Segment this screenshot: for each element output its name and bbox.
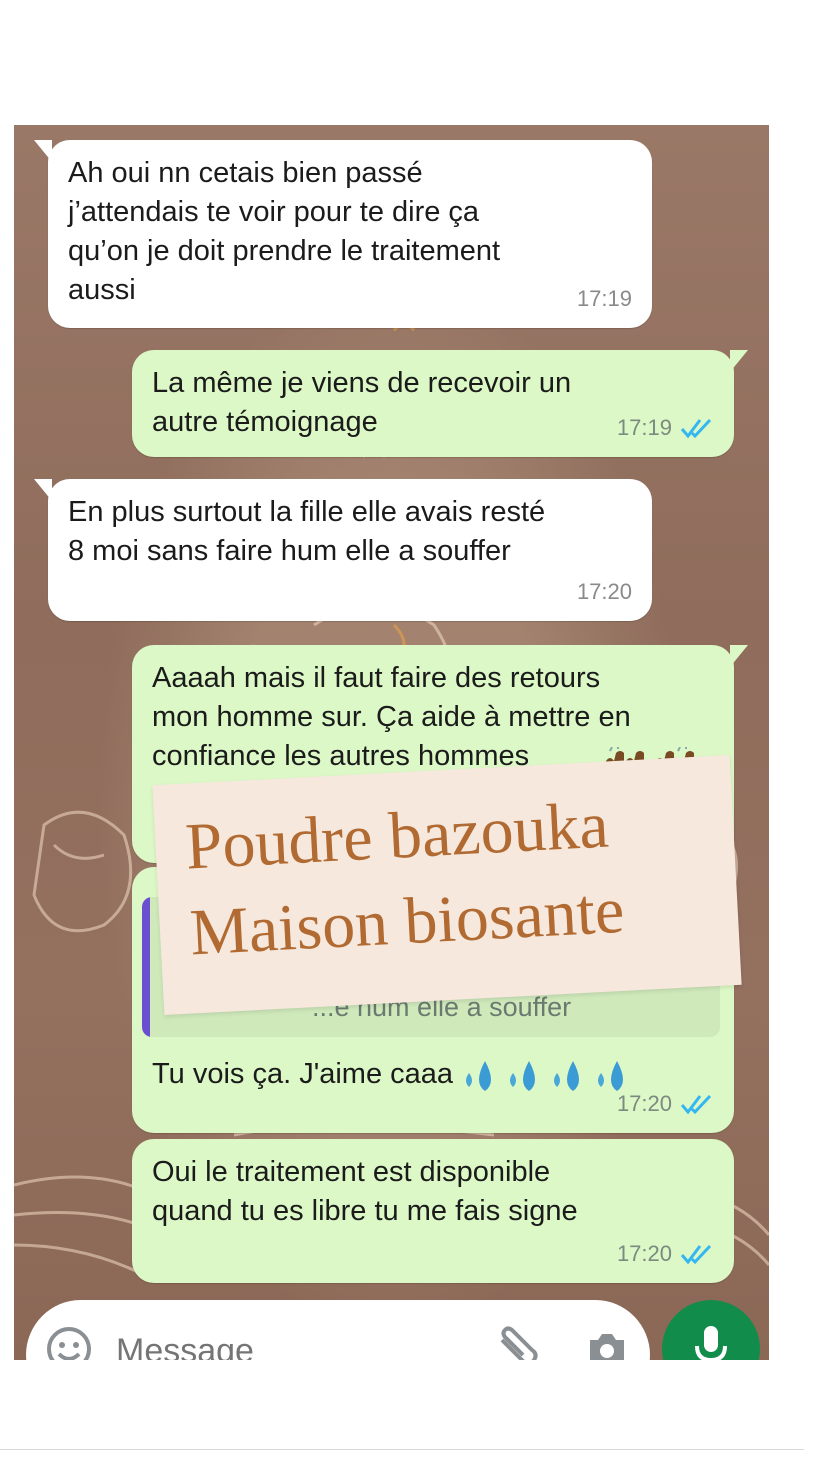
sweat-droplets-emoji — [461, 1057, 633, 1093]
read-receipt-icon — [680, 1094, 712, 1114]
message-time: 17:19 — [576, 286, 632, 311]
message-bubble-outgoing[interactable]: La même je viens de recevoir un autre té… — [132, 350, 748, 457]
message-text: Oui le traitement est disponible quand t… — [152, 1156, 578, 1227]
message-text: Tu vois ça. J'aime caaa — [152, 1058, 454, 1090]
screenshot-crop-area — [0, 1360, 828, 1472]
message-time: 17:20 — [616, 1091, 672, 1116]
message-time: 17:20 — [576, 579, 632, 604]
message-meta: 17:19 — [577, 279, 632, 318]
read-receipt-icon — [680, 1244, 712, 1264]
message-bubble-incoming[interactable]: Ah oui nn cetais bien passé j’attendais … — [34, 140, 652, 328]
message-time: 17:19 — [616, 415, 672, 440]
message-bubble-outgoing[interactable]: Oui le traitement est disponible quand t… — [132, 1139, 734, 1283]
message-text: En plus surtout la fille elle avais rest… — [68, 496, 546, 567]
message-meta: 17:20 — [577, 572, 632, 611]
message-meta: 17:19 — [617, 408, 714, 447]
message-meta: 17:20 — [617, 1234, 714, 1273]
watermark-line-2: Maison biosante — [188, 873, 626, 970]
message-bubble-incoming[interactable]: En plus surtout la fille elle avais rest… — [34, 479, 652, 621]
message-text: Ah oui nn cetais bien passé j’attendais … — [68, 157, 501, 306]
divider — [0, 1449, 804, 1450]
message-meta: 17:20 — [617, 1084, 714, 1123]
chat-background: Ah oui nn cetais bien passé j’attendais … — [14, 125, 769, 1360]
message-text: La même je viens de recevoir un autre té… — [152, 367, 572, 438]
message-text: Aaaah mais il faut faire des retours mon… — [152, 662, 631, 772]
read-receipt-icon — [680, 418, 712, 438]
message-time: 17:20 — [616, 1241, 672, 1266]
watermark-banner: Poudre bazouka Maison biosante — [152, 755, 742, 1015]
quote-bar — [142, 897, 150, 1037]
watermark-line-1: Poudre bazouka — [183, 788, 611, 884]
message-text-row: Tu vois ça. J'aime caaa — [152, 1055, 633, 1094]
